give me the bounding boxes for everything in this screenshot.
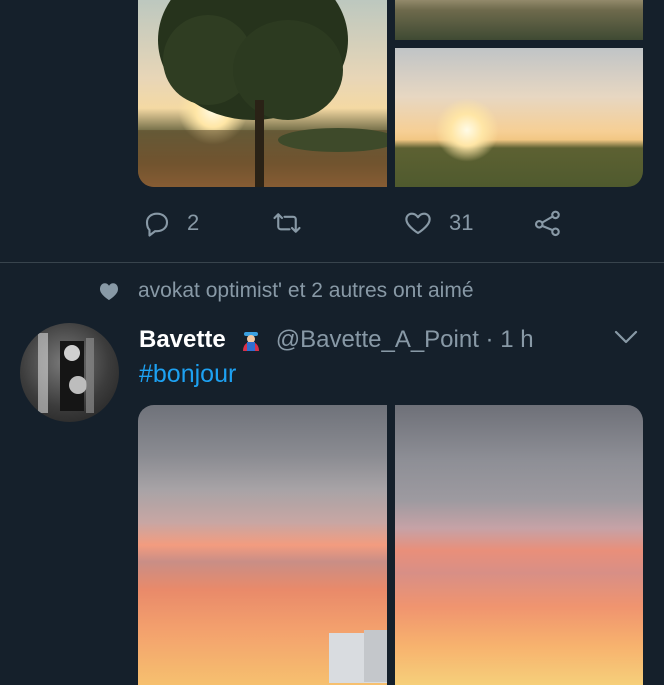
retweet-icon (273, 213, 301, 233)
emoji-badge-icon (242, 332, 259, 351)
tweet-photo-field-top[interactable] (395, 0, 643, 40)
author-name[interactable]: Bavette (139, 326, 226, 354)
social-context-text: avokat optimist' et 2 autres ont aimé (138, 279, 474, 302)
heart-icon (99, 283, 119, 301)
share-icon (534, 210, 560, 237)
social-context[interactable]: avokat optimist' et 2 autres ont aimé (98, 279, 474, 303)
avatar[interactable] (20, 323, 119, 422)
reply-button[interactable]: 2 (142, 208, 199, 238)
heart-icon (405, 212, 431, 235)
reply-count: 2 (187, 210, 200, 235)
tweet-photo-tree[interactable] (138, 0, 387, 187)
tweet-time[interactable]: 1 h (500, 326, 533, 353)
tweet-divider (0, 262, 664, 263)
author-handle[interactable]: @Bavette_A_Point (276, 326, 479, 353)
tweet-photo-sky-right[interactable] (395, 405, 643, 685)
like-button[interactable]: 31 (403, 208, 473, 238)
reply-icon (145, 212, 169, 237)
tweet-photo-sunrise-field[interactable] (395, 48, 643, 187)
tweet-header: Bavette @Bavette_A_Point · 1 h (139, 323, 534, 357)
share-button[interactable] (533, 208, 563, 238)
building-silhouette (364, 630, 387, 682)
retweet-button[interactable] (272, 208, 302, 238)
like-count: 31 (449, 210, 474, 235)
chevron-down-icon[interactable] (612, 326, 640, 348)
tweet-text-hashtag[interactable]: #bonjour (139, 360, 236, 389)
separator-dot: · (485, 326, 494, 353)
author-handle-line: @Bavette_A_Point · 1 h (276, 326, 534, 354)
